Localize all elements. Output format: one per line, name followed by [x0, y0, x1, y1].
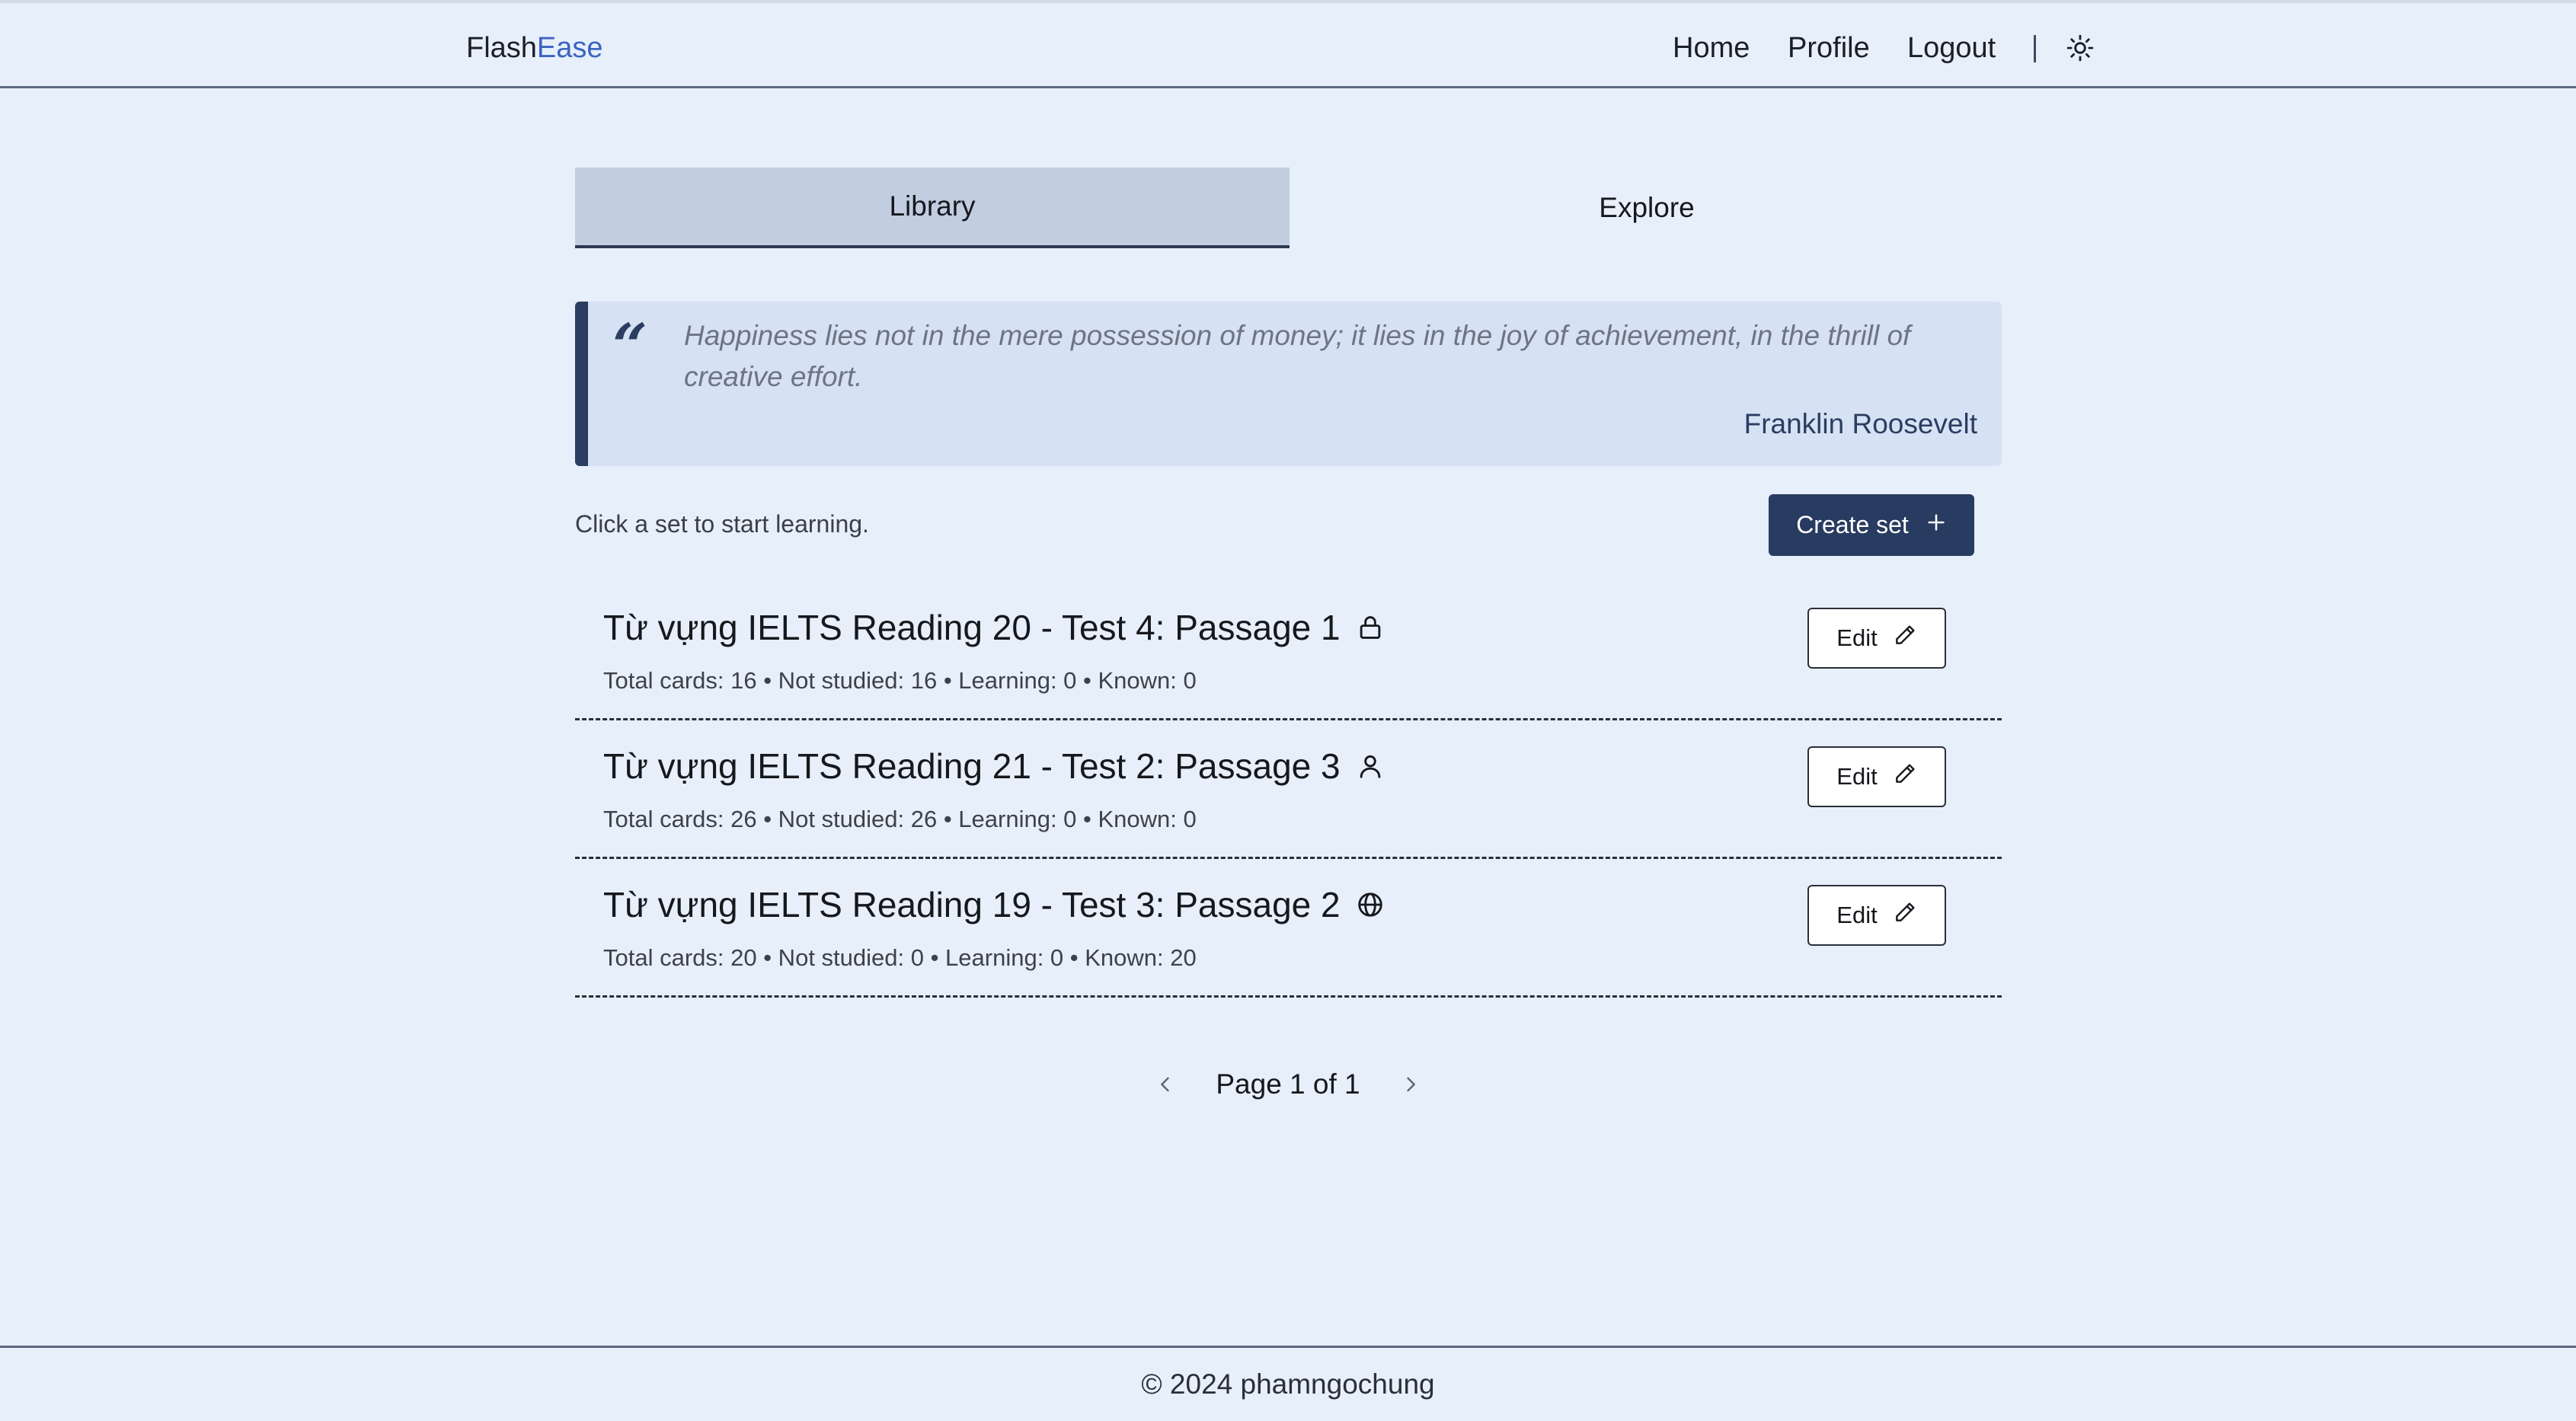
- pagination: Page 1 of 1: [1150, 1063, 1426, 1106]
- set-title: Từ vựng IELTS Reading 20 - Test 4: Passa…: [603, 605, 1385, 650]
- set-title-text: Từ vựng IELTS Reading 19 - Test 3: Passa…: [603, 885, 1341, 924]
- globe-icon: [1356, 890, 1385, 919]
- chevron-right-icon[interactable]: [1395, 1069, 1426, 1100]
- nav-profile-link[interactable]: Profile: [1788, 29, 1870, 67]
- top-navbar: FlashEase Home Profile Logout: [0, 0, 2576, 88]
- quote-mark-icon: “: [612, 310, 648, 382]
- edit-set-button[interactable]: Edit: [1807, 608, 1946, 669]
- set-title: Từ vựng IELTS Reading 21 - Test 2: Passa…: [603, 743, 1385, 789]
- sun-icon[interactable]: [2066, 34, 2095, 62]
- create-set-button[interactable]: Create set: [1769, 494, 1974, 556]
- set-title: Từ vựng IELTS Reading 19 - Test 3: Passa…: [603, 882, 1385, 928]
- nav-divider: [2034, 35, 2036, 62]
- lock-icon: [1356, 613, 1385, 642]
- tab-explore-label: Explore: [1599, 192, 1695, 223]
- set-item[interactable]: Từ vựng IELTS Reading 19 - Test 3: Passa…: [575, 859, 2002, 998]
- set-item[interactable]: Từ vựng IELTS Reading 21 - Test 2: Passa…: [575, 720, 2002, 859]
- set-stats: Total cards: 26 • Not studied: 26 • Lear…: [603, 806, 1197, 832]
- quote-author: Franklin Roosevelt: [1743, 408, 1977, 439]
- page-indicator: Page 1 of 1: [1216, 1068, 1360, 1100]
- set-title-text: Từ vựng IELTS Reading 20 - Test 4: Passa…: [603, 608, 1341, 647]
- footer: © 2024 phamngochung: [0, 1346, 2576, 1421]
- tab-explore[interactable]: Explore: [1290, 168, 2004, 248]
- set-item[interactable]: Từ vựng IELTS Reading 20 - Test 4: Passa…: [575, 582, 2002, 720]
- brand-primary: Flash: [466, 32, 537, 64]
- create-set-label: Create set: [1796, 511, 1909, 538]
- tab-library-label: Library: [889, 190, 976, 222]
- quote-text: Happiness lies not in the mere possessio…: [684, 320, 1911, 392]
- brand-logo[interactable]: FlashEase: [466, 29, 603, 67]
- pencil-icon: [1893, 623, 1917, 653]
- nav-logout-link[interactable]: Logout: [1907, 29, 1996, 67]
- edit-label: Edit: [1836, 763, 1878, 790]
- edit-label: Edit: [1836, 902, 1878, 928]
- chevron-left-icon[interactable]: [1150, 1069, 1181, 1100]
- nav-home-link[interactable]: Home: [1673, 29, 1750, 67]
- brand-accent: Ease: [536, 32, 603, 64]
- copyright-text: © 2024 phamngochung: [1141, 1368, 1435, 1400]
- quote-block: “ Happiness lies not in the mere possess…: [575, 302, 2002, 466]
- pencil-icon: [1893, 762, 1917, 792]
- learning-hint: Click a set to start learning.: [575, 510, 869, 538]
- set-title-text: Từ vựng IELTS Reading 21 - Test 2: Passa…: [603, 746, 1341, 786]
- set-stats: Total cards: 16 • Not studied: 16 • Lear…: [603, 667, 1197, 694]
- user-icon: [1356, 752, 1385, 781]
- set-stats: Total cards: 20 • Not studied: 0 • Learn…: [603, 944, 1197, 971]
- plus-icon: [1926, 511, 1947, 539]
- edit-label: Edit: [1836, 624, 1878, 651]
- edit-set-button[interactable]: Edit: [1807, 885, 1946, 946]
- tab-library[interactable]: Library: [575, 168, 1290, 248]
- pencil-icon: [1893, 900, 1917, 931]
- edit-set-button[interactable]: Edit: [1807, 746, 1946, 807]
